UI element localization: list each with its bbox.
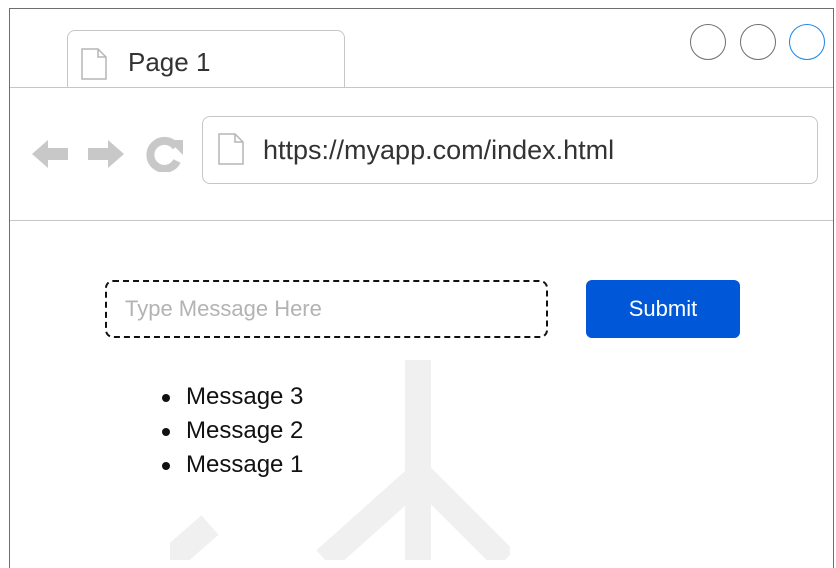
list-item: Message 2	[161, 414, 303, 448]
page-icon	[81, 48, 107, 80]
list-item: Message 1	[161, 448, 303, 482]
list-item: Message 3	[161, 380, 303, 414]
message-list: Message 3 Message 2 Message 1	[161, 380, 303, 482]
tab-title: Page 1	[128, 47, 211, 77]
tab-page-1[interactable]: Page 1	[67, 30, 345, 88]
message-input[interactable]	[105, 280, 548, 338]
reload-icon[interactable]	[145, 136, 185, 172]
tab-bar-divider	[10, 87, 833, 88]
toolbar-divider	[10, 220, 833, 221]
close-button[interactable]	[789, 24, 825, 60]
address-url: https://myapp.com/index.html	[263, 135, 615, 165]
forward-arrow-icon[interactable]	[86, 136, 126, 172]
address-bar[interactable]: https://myapp.com/index.html	[202, 116, 818, 184]
minimize-button[interactable]	[690, 24, 726, 60]
page-icon	[218, 133, 244, 165]
submit-button[interactable]: Submit	[586, 280, 740, 338]
maximize-button[interactable]	[740, 24, 776, 60]
back-arrow-icon[interactable]	[30, 136, 70, 172]
